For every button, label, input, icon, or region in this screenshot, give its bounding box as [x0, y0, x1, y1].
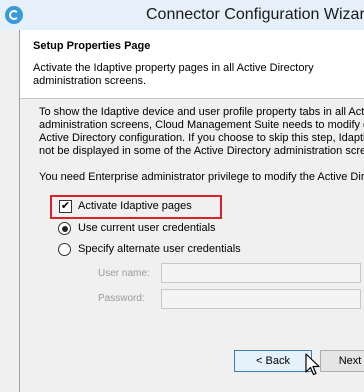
activate-checkbox-label[interactable]: Activate Idaptive pages [78, 200, 192, 212]
use-current-credentials-radio[interactable] [58, 222, 71, 235]
use-current-credentials-label[interactable]: Use current user credentials [78, 222, 216, 234]
app-icon [5, 6, 23, 24]
activate-checkbox[interactable]: ✔ [59, 200, 72, 213]
wizard-window: Connector Configuration Wizard Setup Pro… [0, 0, 364, 392]
window-title: Connector Configuration Wizard [146, 6, 364, 23]
page-title: Setup Properties Page [33, 40, 151, 52]
specify-alternate-credentials-label[interactable]: Specify alternate user credentials [78, 243, 241, 255]
next-button[interactable]: Next [320, 350, 364, 372]
page-subtitle: Activate the Idaptive property pages in … [33, 62, 314, 87]
radio-selected-dot [61, 225, 68, 232]
username-label: User name: [98, 268, 150, 279]
back-button[interactable]: < Back [234, 350, 312, 372]
description-line-4: not be displayed in some of the Active D… [39, 145, 364, 157]
description-line-1: To show the Idaptive device and user pro… [39, 106, 364, 118]
page-header: Setup Properties Page Activate the Idapt… [20, 30, 364, 99]
description-line-2: administration screens, Cloud Management… [39, 119, 364, 131]
description-line-3: Active Directory configuration. If you c… [39, 132, 364, 144]
specify-alternate-credentials-radio[interactable] [58, 243, 71, 256]
privilege-note: You need Enterprise administrator privil… [39, 171, 364, 183]
password-label: Password: [98, 293, 145, 304]
title-bar[interactable]: Connector Configuration Wizard [0, 0, 364, 30]
wizard-content: Setup Properties Page Activate the Idapt… [19, 30, 364, 392]
username-field[interactable] [161, 263, 361, 283]
mouse-pointer-icon [305, 353, 320, 376]
password-field[interactable] [161, 289, 361, 309]
checkmark-icon: ✔ [60, 200, 71, 212]
